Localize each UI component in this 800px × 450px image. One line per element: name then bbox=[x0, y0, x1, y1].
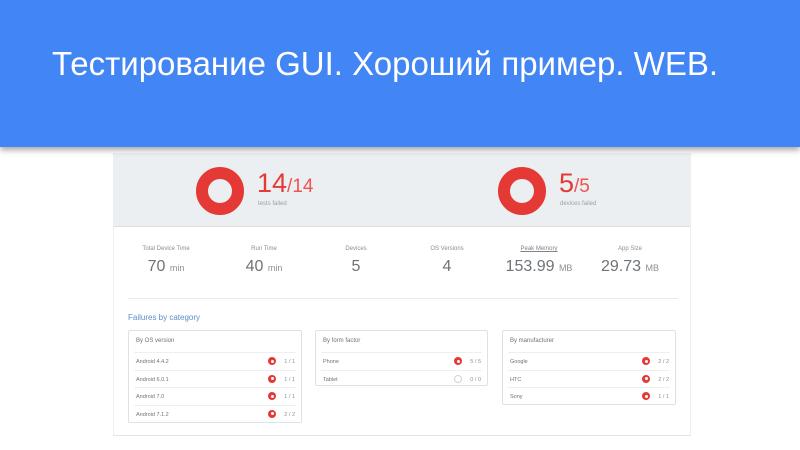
metric-app-size: App Size 29.73 MB bbox=[582, 233, 678, 276]
list-item[interactable]: Android 6.0.1 1 / 1 bbox=[134, 369, 296, 388]
card-title: By OS version bbox=[136, 338, 175, 344]
metric-value: 5 bbox=[351, 258, 361, 275]
card-by-os-version: By OS version Android 4.4.2 1 / 1 Androi… bbox=[128, 330, 302, 423]
row-name: Tablet bbox=[323, 376, 338, 383]
row-count: 1 / 1 bbox=[658, 394, 669, 400]
card-by-manufacturer: By manufacturer Google 2 / 2 HTC 2 / 2 S… bbox=[502, 330, 676, 405]
row-name: Phone bbox=[323, 359, 339, 365]
failure-status-icon bbox=[642, 374, 650, 383]
metric-peak-memory[interactable]: Peak Memory 153.99 MB bbox=[491, 233, 587, 276]
metric-label: OS Versions bbox=[430, 246, 464, 252]
metric-label: Total Device Time bbox=[142, 246, 190, 252]
row-count: 2 / 2 bbox=[658, 359, 669, 365]
row-name: Android 6.0.1 bbox=[136, 376, 169, 383]
summary-bar: 14/14 tests failed 5/5 devices failed bbox=[114, 153, 690, 227]
metric-total-device-time: Total Device Time 70 min bbox=[118, 233, 214, 276]
metric-value: 153.99 bbox=[505, 258, 555, 275]
test-report-screenshot: 14/14 tests failed 5/5 devices failed To… bbox=[113, 153, 691, 436]
divider bbox=[128, 298, 678, 299]
failures-by-category-heading: Failures by category bbox=[128, 313, 201, 322]
tests-failed-count: 14 bbox=[257, 168, 288, 198]
list-item[interactable]: Android 7.1.2 2 / 2 bbox=[134, 404, 296, 423]
failure-status-icon bbox=[268, 392, 276, 400]
row-name: Android 4.4.2 bbox=[136, 359, 169, 365]
list-item[interactable]: Sony 1 / 1 bbox=[508, 387, 670, 405]
row-name: Android 7.0 bbox=[136, 394, 165, 400]
row-name: HTC bbox=[510, 376, 522, 383]
row-count: 0 / 0 bbox=[470, 376, 481, 383]
list-item[interactable]: Phone 5 / 5 bbox=[321, 352, 482, 370]
devices-failed-count: 5 bbox=[559, 168, 575, 198]
metrics-row: Total Device Time 70 min Run Time 40 min… bbox=[114, 233, 690, 291]
list-item[interactable]: Google 2 / 2 bbox=[508, 352, 670, 370]
metric-value: 40 bbox=[245, 258, 264, 275]
row-count: 5 / 5 bbox=[470, 359, 481, 365]
list-item[interactable]: Android 4.4.2 1 / 1 bbox=[134, 352, 296, 370]
list-item[interactable]: Tablet 0 / 0 bbox=[321, 369, 482, 388]
metric-unit: min bbox=[267, 263, 283, 273]
row-name: Google bbox=[510, 359, 528, 365]
failure-status-icon bbox=[454, 357, 462, 365]
row-count: 1 / 1 bbox=[284, 394, 295, 400]
metric-unit: MB bbox=[558, 263, 573, 273]
peak-memory-link[interactable]: Peak Memory bbox=[491, 246, 587, 252]
slide-header: Тестирование GUI. Хороший пример. WEB. bbox=[0, 0, 800, 147]
row-count: 1 / 1 bbox=[284, 376, 295, 383]
card-title: By manufacturer bbox=[510, 338, 555, 344]
failure-status-icon bbox=[642, 392, 650, 400]
metric-os-versions: OS Versions 4 bbox=[399, 233, 495, 276]
list-item[interactable]: HTC 2 / 2 bbox=[508, 369, 670, 388]
empty-status-icon bbox=[454, 374, 462, 383]
failure-status-icon bbox=[642, 357, 650, 365]
row-name: Sony bbox=[510, 394, 523, 400]
failure-status-icon bbox=[268, 357, 276, 365]
metric-devices: Devices 5 bbox=[308, 233, 404, 276]
devices-total-count: /5 bbox=[574, 176, 590, 197]
failure-ring-icon bbox=[498, 167, 546, 215]
metric-run-time: Run Time 40 min bbox=[216, 233, 312, 276]
row-name: Android 7.1.2 bbox=[136, 411, 169, 418]
row-count: 2 / 2 bbox=[284, 411, 295, 418]
metric-label: Run Time bbox=[251, 246, 277, 252]
tests-total-count: /14 bbox=[287, 176, 314, 197]
row-count: 1 / 1 bbox=[284, 359, 295, 365]
metric-value: 70 bbox=[147, 258, 166, 275]
list-item[interactable]: Android 7.0 1 / 1 bbox=[134, 387, 296, 405]
metric-value: 4 bbox=[442, 258, 452, 275]
devices-failed-caption: devices failed bbox=[560, 201, 597, 207]
metric-label: Devices bbox=[345, 246, 367, 252]
metric-unit: MB bbox=[645, 263, 660, 273]
slide-title: Тестирование GUI. Хороший пример. WEB. bbox=[52, 45, 719, 82]
card-by-form-factor: By form factor Phone 5 / 5 Tablet 0 / 0 bbox=[315, 330, 488, 386]
metric-unit: min bbox=[169, 263, 185, 273]
failure-ring-icon bbox=[196, 167, 244, 215]
metric-value: 29.73 bbox=[601, 258, 642, 275]
tests-failed-caption: tests failed bbox=[258, 201, 287, 207]
card-title: By form factor bbox=[323, 338, 361, 344]
metric-label: App Size bbox=[617, 246, 642, 252]
row-count: 2 / 2 bbox=[658, 376, 669, 383]
failure-status-icon bbox=[268, 409, 276, 418]
failure-status-icon bbox=[268, 374, 276, 383]
